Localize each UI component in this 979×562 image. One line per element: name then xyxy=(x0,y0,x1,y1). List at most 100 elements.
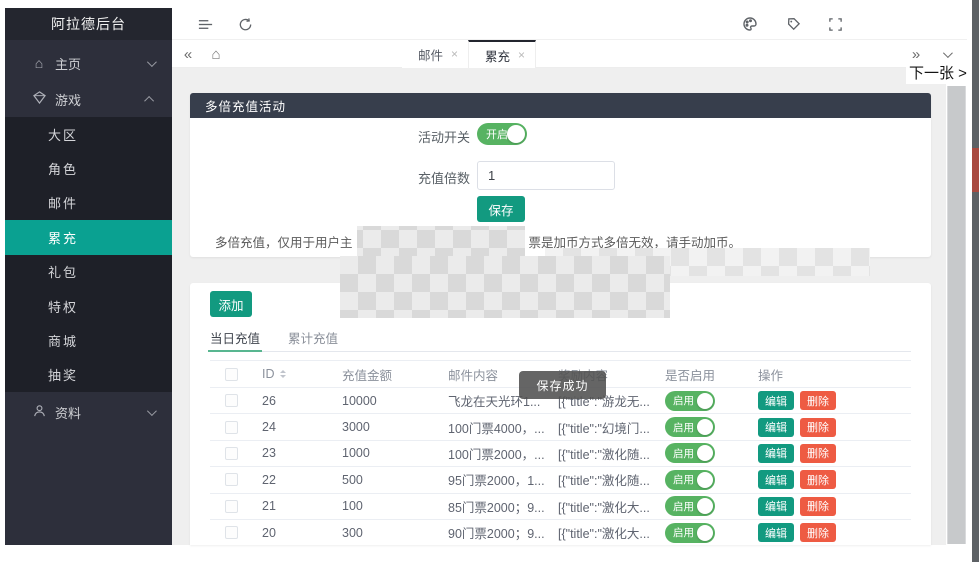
amount-cell: 1000 xyxy=(332,446,438,460)
viewer-edge xyxy=(972,0,979,562)
table-row: 2110085门票2000；9...[{"title":"激化大...启用编辑删… xyxy=(210,494,911,520)
select-all-checkbox[interactable] xyxy=(225,368,238,381)
delete-button[interactable]: 删除 xyxy=(800,470,836,489)
sidebar-subitem[interactable]: 邮件 xyxy=(5,186,172,220)
enabled-toggle[interactable]: 启用 xyxy=(665,391,715,411)
open-tab[interactable]: 累充× xyxy=(468,40,536,68)
close-tab-icon[interactable]: × xyxy=(518,48,525,62)
collapse-tabs-icon[interactable]: « xyxy=(176,40,200,68)
enabled-cell: 启用 xyxy=(660,523,748,543)
id-cell: 21 xyxy=(252,499,332,513)
id-cell: 26 xyxy=(252,394,332,408)
table-body: 2610000飞龙在天光环1...[{"title":"游龙无...启用编辑删除… xyxy=(210,388,911,545)
actions-cell: 编辑删除 xyxy=(748,470,911,489)
add-button[interactable]: 添加 xyxy=(210,291,252,317)
menu-fold-icon[interactable] xyxy=(192,8,218,40)
toast-message: 保存成功 xyxy=(519,371,606,399)
recharge-tab[interactable]: 当日充值 xyxy=(210,325,260,351)
enabled-cell: 启用 xyxy=(660,470,748,490)
fullscreen-icon[interactable] xyxy=(822,8,848,40)
delete-button[interactable]: 删除 xyxy=(800,391,836,410)
edit-button[interactable]: 编辑 xyxy=(758,523,794,542)
delete-button[interactable]: 删除 xyxy=(800,523,836,542)
enabled-cell: 启用 xyxy=(660,496,748,516)
open-tab[interactable]: 邮件 × xyxy=(402,40,468,68)
edit-button[interactable]: 编辑 xyxy=(758,391,794,410)
row-checkbox[interactable] xyxy=(225,421,238,434)
censored-blur xyxy=(357,226,525,256)
enabled-toggle[interactable]: 启用 xyxy=(665,496,715,516)
row-checkbox[interactable] xyxy=(225,394,238,407)
col-header-amount: 充值金额 xyxy=(332,365,438,384)
multiplier-input[interactable]: 1 xyxy=(477,161,615,190)
row-checkbox[interactable] xyxy=(225,526,238,539)
sidebar-subitem[interactable]: 特权 xyxy=(5,289,172,323)
col-header-actions: 操作 xyxy=(748,365,911,384)
table-row: 231000100门票2000，...[{"title":"激化随...启用编辑… xyxy=(210,441,911,467)
toggle-state-label: 开启 xyxy=(477,126,508,142)
enabled-cell: 启用 xyxy=(660,443,748,463)
sidebar-item-profile[interactable]: 资料 xyxy=(5,394,172,430)
edit-button[interactable]: 编辑 xyxy=(758,418,794,437)
sort-icon[interactable] xyxy=(280,370,286,378)
enabled-toggle[interactable]: 启用 xyxy=(665,417,715,437)
home-icon: ⌂ xyxy=(31,55,47,71)
sidebar-subitem[interactable]: 抽奖 xyxy=(5,358,172,392)
mail-cell: 100门票4000，... xyxy=(438,418,548,437)
reward-cell: [{"title":"激化大... xyxy=(548,497,660,516)
theme-palette-icon[interactable] xyxy=(737,8,763,40)
toggle-state-label: 启用 xyxy=(665,446,694,461)
edit-button[interactable]: 编辑 xyxy=(758,444,794,463)
sidebar-subitem[interactable]: 礼包 xyxy=(5,255,172,289)
row-checkbox-cell xyxy=(210,526,252,539)
chevron-down-icon xyxy=(147,57,157,67)
sidebar-item-label: 游戏 xyxy=(55,90,81,109)
multiplier-field-label: 充值倍数 xyxy=(380,168,470,187)
delete-button[interactable]: 删除 xyxy=(800,444,836,463)
id-cell: 20 xyxy=(252,526,332,540)
row-checkbox[interactable] xyxy=(225,447,238,460)
id-cell: 22 xyxy=(252,473,332,487)
delete-button[interactable]: 删除 xyxy=(800,418,836,437)
col-header-id[interactable]: ID xyxy=(252,367,332,381)
enabled-toggle[interactable]: 启用 xyxy=(665,523,715,543)
vertical-scrollbar[interactable] xyxy=(947,86,966,544)
amount-cell: 300 xyxy=(332,526,438,540)
table-row: 2250095门票2000，1...[{"title":"激化随...启用编辑删… xyxy=(210,467,911,493)
sidebar-item-game[interactable]: 游戏 xyxy=(5,81,172,117)
edit-button[interactable]: 编辑 xyxy=(758,470,794,489)
chevron-up-icon xyxy=(144,95,154,105)
save-button[interactable]: 保存 xyxy=(477,196,525,222)
sidebar-subitem[interactable]: 累充 xyxy=(5,220,172,254)
tag-icon[interactable] xyxy=(780,8,806,40)
toggle-state-label: 启用 xyxy=(665,499,694,514)
switch-field-label: 活动开关 xyxy=(380,127,470,146)
sidebar-subitem[interactable]: 角色 xyxy=(5,151,172,185)
tab-label: 邮件 xyxy=(418,45,443,64)
enabled-toggle[interactable]: 启用 xyxy=(665,470,715,490)
amount-cell: 500 xyxy=(332,473,438,487)
close-tab-icon[interactable]: × xyxy=(451,47,458,61)
activity-toggle[interactable]: 开启 xyxy=(477,123,527,145)
refresh-icon[interactable] xyxy=(232,8,258,40)
recharge-activity-panel: 多倍充值活动 活动开关 开启 充值倍数 1 保存 多倍充值，仅用于用户主 票是加… xyxy=(190,93,931,257)
user-icon xyxy=(31,404,47,420)
row-checkbox[interactable] xyxy=(225,500,238,513)
viewer-edge-accent xyxy=(972,148,979,192)
sidebar-subitem[interactable]: 商城 xyxy=(5,323,172,357)
recharge-tab[interactable]: 累计充值 xyxy=(288,325,338,351)
delete-button[interactable]: 删除 xyxy=(800,497,836,516)
edit-button[interactable]: 编辑 xyxy=(758,497,794,516)
multiplier-value: 1 xyxy=(488,168,495,183)
home-tab-icon[interactable]: ⌂ xyxy=(204,40,228,68)
row-checkbox-cell xyxy=(210,500,252,513)
sidebar-item-home[interactable]: ⌂ 主页 xyxy=(5,45,172,81)
enabled-toggle[interactable]: 启用 xyxy=(665,443,715,463)
reward-cell: [{"title":"激化随... xyxy=(548,470,660,489)
sidebar-subitem[interactable]: 大区 xyxy=(5,117,172,151)
reward-cell: [{"title":"激化随... xyxy=(548,444,660,463)
row-checkbox[interactable] xyxy=(225,473,238,486)
enabled-cell: 启用 xyxy=(660,417,748,437)
actions-cell: 编辑删除 xyxy=(748,497,911,516)
viewer-next-image[interactable]: 下一张 > xyxy=(906,61,970,84)
